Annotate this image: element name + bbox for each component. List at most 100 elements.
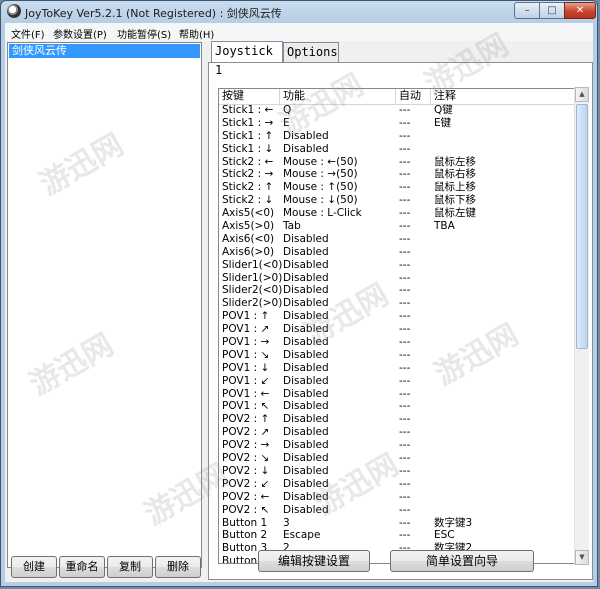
menu-help[interactable]: 帮助(H)	[179, 26, 214, 41]
key-cell: POV2 : ↘	[222, 452, 270, 465]
key-cell: Stick1 : ↑	[222, 129, 274, 142]
scroll-thumb[interactable]	[576, 104, 588, 349]
table-row[interactable]: Slider1(<0) Disabled ---	[219, 259, 574, 272]
table-row[interactable]: Stick1 : ← Q --- Q键	[219, 104, 574, 117]
table-row[interactable]: Stick2 : ↑ Mouse : ↑(50) --- 鼠标上移	[219, 181, 574, 194]
table-row[interactable]: Stick2 : ↓ Mouse : ↓(50) --- 鼠标下移	[219, 194, 574, 207]
maximize-button[interactable]: □	[539, 2, 565, 19]
note-cell: TBA	[434, 220, 455, 233]
table-row[interactable]: POV2 : ← Disabled ---	[219, 490, 574, 504]
table-row[interactable]: Stick2 : → Mouse : →(50) --- 鼠标右移	[219, 168, 574, 181]
table-row[interactable]: Axis6(<0) Disabled ---	[219, 232, 574, 246]
menu-bar: 文件(F) 参数设置(P) 功能暂停(S) 帮助(H)	[5, 23, 593, 41]
table-row[interactable]: Stick1 : ↓ Disabled ---	[219, 142, 574, 156]
table-row[interactable]: Button 2 Escape --- ESC	[219, 529, 574, 542]
table-row[interactable]: POV1 : ↑ Disabled ---	[219, 310, 574, 323]
table-row[interactable]: POV1 : ↙ Disabled ---	[219, 374, 574, 388]
function-cell: Mouse : ←(50)	[283, 155, 358, 168]
key-cell: Axis5(>0)	[222, 220, 275, 233]
function-cell: Disabled	[283, 310, 329, 323]
table-row[interactable]: Slider2(<0) Disabled ---	[219, 284, 574, 297]
tab-joystick-1[interactable]: Joystick 1	[211, 41, 283, 77]
copy-button[interactable]: 复制	[107, 556, 153, 578]
close-button[interactable]: ✕	[564, 2, 596, 19]
function-cell: Q	[283, 104, 292, 116]
column-header-note[interactable]: 注释	[431, 89, 574, 104]
table-row[interactable]: POV2 : → Disabled ---	[219, 439, 574, 452]
table-row[interactable]: Stick2 : ← Mouse : ←(50) --- 鼠标左移	[219, 155, 574, 169]
function-cell: Disabled	[283, 477, 329, 490]
note-cell: 鼠标左移	[434, 155, 476, 168]
auto-cell: ---	[399, 439, 411, 452]
table-row[interactable]: Axis5(<0) Mouse : L-Click --- 鼠标左键	[219, 207, 574, 220]
table-row[interactable]: Button 1 3 --- 数字键3	[219, 516, 574, 530]
table-row[interactable]: Stick1 : → E --- E键	[219, 116, 574, 130]
table-row[interactable]: POV2 : ↑ Disabled ---	[219, 413, 574, 426]
tab-options[interactable]: Options	[283, 42, 339, 62]
note-cell: ESC	[434, 529, 455, 542]
auto-cell: ---	[399, 464, 411, 477]
simple-setup-wizard-button[interactable]: 简单设置向导	[390, 550, 534, 572]
menu-pause[interactable]: 功能暂停(S)	[117, 26, 171, 41]
function-cell: Disabled	[283, 503, 329, 516]
config-list-item-selected[interactable]: 剑侠风云传	[9, 44, 200, 58]
minimize-button[interactable]: –	[514, 2, 540, 19]
column-header-key[interactable]: 按键	[219, 89, 280, 104]
table-row[interactable]: Slider2(>0) Disabled ---	[219, 297, 574, 310]
table-row[interactable]: POV2 : ↘ Disabled ---	[219, 452, 574, 465]
table-row[interactable]: POV1 : ↓ Disabled ---	[219, 361, 574, 375]
app-window: JoyToKey Ver5.2.1 (Not Registered) : 剑侠风…	[0, 0, 598, 587]
auto-cell: ---	[399, 323, 411, 336]
title-bar[interactable]: JoyToKey Ver5.2.1 (Not Registered) : 剑侠风…	[1, 1, 597, 23]
function-cell: Disabled	[283, 245, 329, 258]
table-row[interactable]: POV1 : ↘ Disabled ---	[219, 349, 574, 362]
table-row[interactable]: Axis6(>0) Disabled ---	[219, 245, 574, 259]
key-cell: POV1 : ↗	[222, 323, 270, 336]
key-cell: Button 1	[222, 516, 268, 529]
table-row[interactable]: POV2 : ↙ Disabled ---	[219, 477, 574, 491]
delete-button[interactable]: 删除	[155, 556, 201, 578]
button-mapping-table[interactable]: 按键 功能 自动 注释 Stick1 : ← Q --- Q键 Stick1 : → E -…	[218, 88, 575, 564]
menu-settings[interactable]: 参数设置(P)	[53, 26, 107, 41]
function-cell: Disabled	[283, 452, 329, 465]
key-cell: Slider2(<0)	[222, 284, 283, 297]
key-cell: POV2 : ←	[222, 490, 270, 503]
function-cell: Disabled	[283, 232, 329, 245]
table-row[interactable]: POV1 : ↗ Disabled ---	[219, 323, 574, 336]
note-cell: 鼠标左键	[434, 207, 476, 220]
key-cell: Stick2 : ↑	[222, 181, 274, 194]
rename-button[interactable]: 重命名	[59, 556, 105, 578]
table-row[interactable]: POV1 : → Disabled ---	[219, 336, 574, 349]
table-row[interactable]: POV2 : ↖ Disabled ---	[219, 503, 574, 517]
scroll-down-arrow-icon[interactable]: ▼	[575, 550, 589, 565]
table-row[interactable]: POV1 : ← Disabled ---	[219, 388, 574, 401]
function-cell: Disabled	[283, 361, 329, 374]
column-header-auto[interactable]: 自动	[396, 89, 431, 104]
config-list[interactable]: 剑侠风云传	[7, 42, 202, 568]
auto-cell: ---	[399, 207, 411, 220]
auto-cell: ---	[399, 142, 411, 155]
create-button[interactable]: 创建	[11, 556, 57, 578]
auto-cell: ---	[399, 220, 411, 233]
key-cell: POV1 : ↙	[222, 374, 270, 387]
table-row[interactable]: Slider1(>0) Disabled ---	[219, 271, 574, 285]
edit-key-settings-button[interactable]: 编辑按键设置	[258, 550, 370, 572]
vertical-scrollbar[interactable]: ▲ ▼	[574, 87, 589, 565]
table-row[interactable]: Axis5(>0) Tab --- TBA	[219, 220, 574, 233]
auto-cell: ---	[399, 361, 411, 374]
table-header: 按键 功能 自动 注释	[219, 89, 574, 105]
menu-file[interactable]: 文件(F)	[11, 26, 45, 41]
key-cell: Slider1(>0)	[222, 271, 283, 284]
function-cell: Disabled	[283, 284, 329, 297]
key-cell: Stick2 : →	[222, 168, 274, 181]
table-row[interactable]: POV1 : ↖ Disabled ---	[219, 400, 574, 413]
auto-cell: ---	[399, 516, 411, 529]
scroll-up-arrow-icon[interactable]: ▲	[575, 87, 589, 102]
key-cell: Button 2	[222, 529, 268, 542]
table-row[interactable]: Stick1 : ↑ Disabled ---	[219, 129, 574, 143]
column-header-function[interactable]: 功能	[280, 89, 396, 104]
key-cell: POV2 : ↗	[222, 426, 270, 439]
table-row[interactable]: POV2 : ↓ Disabled ---	[219, 464, 574, 478]
table-row[interactable]: POV2 : ↗ Disabled ---	[219, 426, 574, 439]
note-cell: E键	[434, 116, 452, 129]
